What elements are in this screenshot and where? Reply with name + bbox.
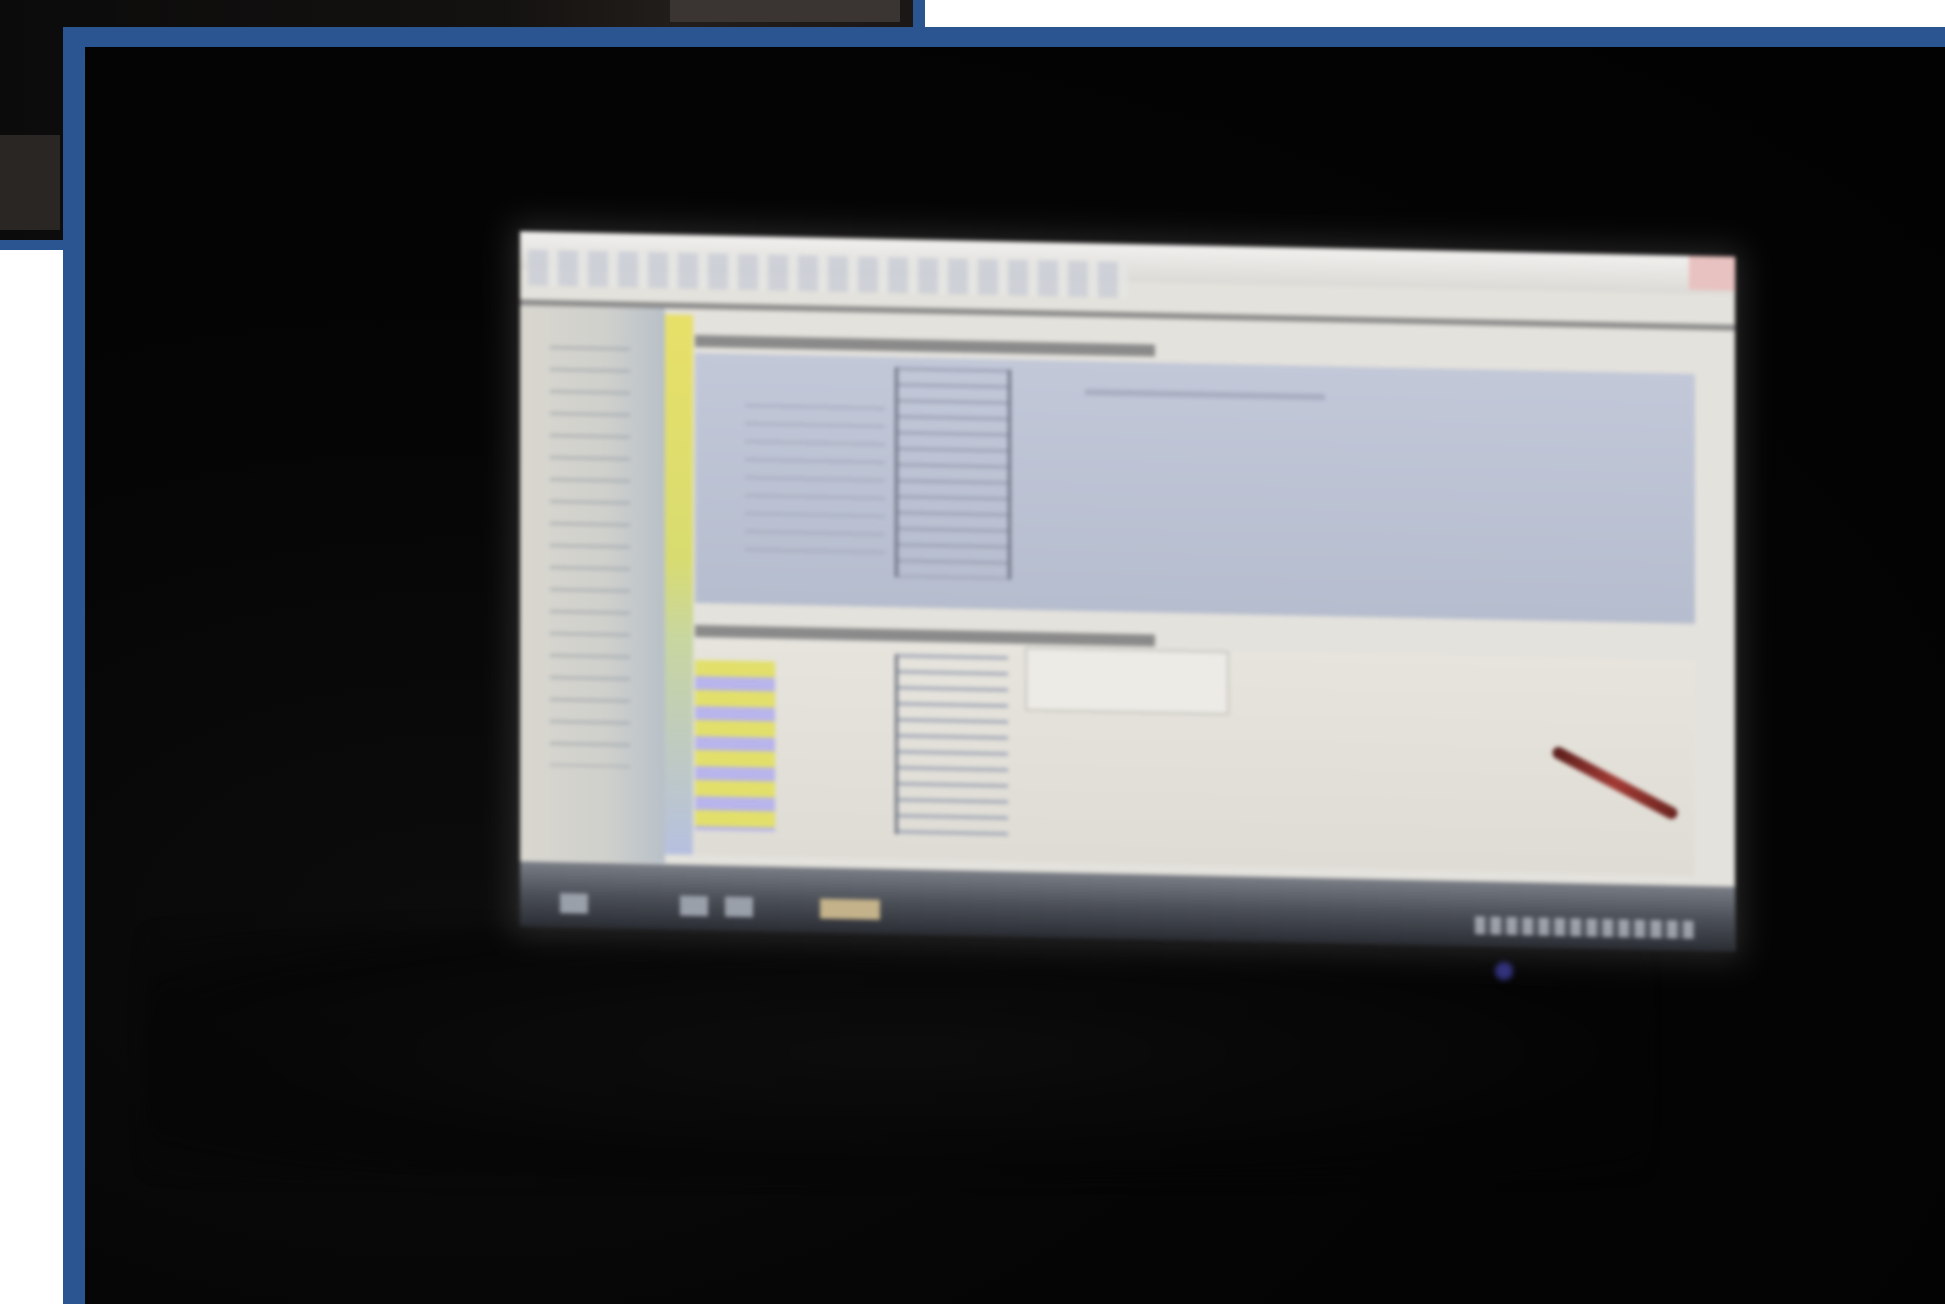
background-window-sidebar [0, 135, 60, 230]
upper-panel-column [895, 367, 1011, 580]
colored-cells [695, 659, 775, 832]
monitor-photo [85, 47, 1945, 1304]
photo-viewer-frame [63, 27, 1945, 1304]
lower-data-panel [695, 639, 1695, 876]
close-icon [1689, 255, 1735, 291]
lower-panel-inset [1025, 646, 1229, 716]
taskbar-button [680, 895, 708, 917]
upper-panel-rows [745, 403, 885, 567]
upper-data-panel [695, 352, 1695, 624]
left-pane-rows [550, 345, 630, 768]
screenshot-stage [0, 0, 1945, 1304]
taskbar-button [560, 893, 588, 914]
background-window-tab [670, 0, 900, 22]
upper-panel-field [1085, 389, 1325, 401]
app-left-pane [520, 305, 665, 864]
taskbar-button-active [820, 898, 880, 920]
taskbar-button [725, 896, 753, 918]
upper-section-header [695, 334, 1155, 357]
power-led [1495, 962, 1513, 980]
toolbar-divider [520, 299, 1735, 331]
lower-panel-column [895, 654, 1008, 837]
highlighted-column [665, 314, 693, 855]
desk-shadow [145, 927, 1645, 1177]
taskbar-tray [1475, 916, 1695, 939]
monitor-screen [520, 231, 1735, 952]
